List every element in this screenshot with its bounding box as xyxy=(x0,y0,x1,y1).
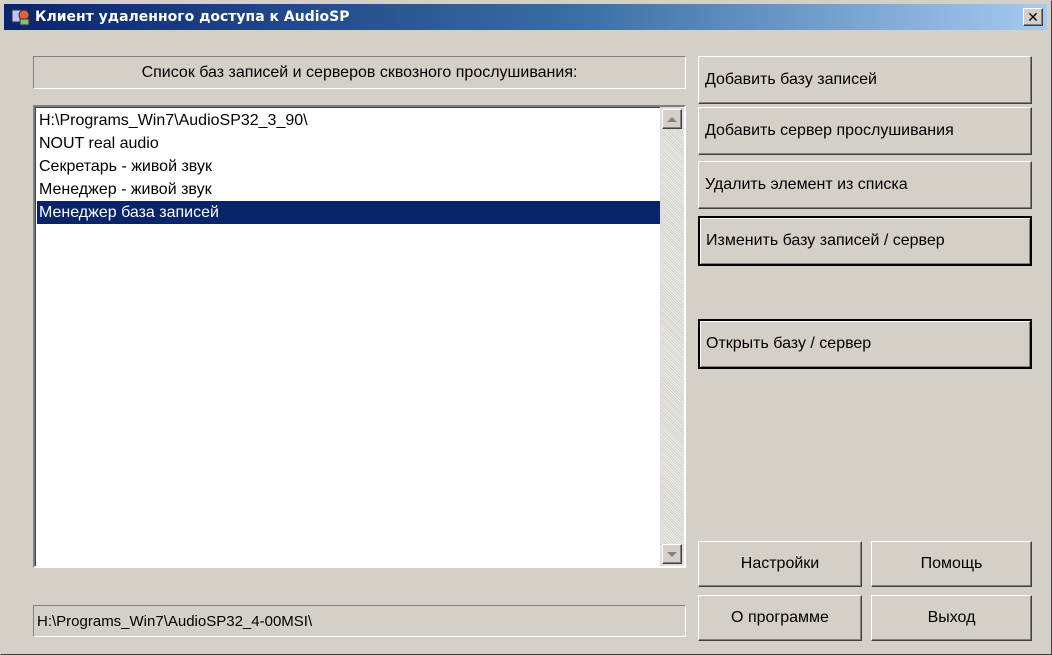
add-server-button[interactable]: Добавить сервер прослушивания xyxy=(698,107,1032,155)
scroll-down-button[interactable] xyxy=(662,544,682,564)
list-item[interactable]: Секретарь - живой звук xyxy=(37,155,660,178)
current-path: H:\Programs_Win7\AudioSP32_4-00MSI\ xyxy=(33,605,686,637)
edit-button[interactable]: Изменить базу записей / сервер xyxy=(698,216,1032,266)
add-database-button[interactable]: Добавить базу записей xyxy=(698,56,1032,104)
delete-item-button[interactable]: Удалить элемент из списка xyxy=(698,161,1032,209)
settings-button[interactable]: Настройки xyxy=(698,541,862,587)
list-items: H:\Programs_Win7\AudioSP32_3_90\ NOUT rea… xyxy=(37,109,660,224)
window-title: Клиент удаленного доступа к AudioSP xyxy=(35,9,350,25)
main-window: Клиент удаленного доступа к AudioSP ✕ Сп… xyxy=(0,0,1052,655)
about-button[interactable]: О программе xyxy=(698,595,862,641)
records-list[interactable]: H:\Programs_Win7\AudioSP32_3_90\ NOUT rea… xyxy=(33,105,686,568)
close-icon: ✕ xyxy=(1027,9,1039,25)
list-item[interactable]: NOUT real audio xyxy=(37,132,660,155)
list-item[interactable]: H:\Programs_Win7\AudioSP32_3_90\ xyxy=(37,109,660,132)
vertical-scrollbar[interactable] xyxy=(660,107,684,566)
scroll-up-button[interactable] xyxy=(662,109,682,129)
exit-button[interactable]: Выход xyxy=(871,595,1032,641)
open-button[interactable]: Открыть базу / сервер xyxy=(698,319,1032,369)
title-bar[interactable]: Клиент удаленного доступа к AudioSP ✕ xyxy=(4,4,1047,30)
scroll-up-arrow-icon xyxy=(667,116,677,122)
close-button[interactable]: ✕ xyxy=(1023,8,1043,26)
app-icon xyxy=(11,7,31,27)
list-caption: Список баз записей и серверов сквозного … xyxy=(33,56,686,89)
scroll-down-arrow-icon xyxy=(667,551,677,557)
help-button[interactable]: Помощь xyxy=(871,541,1032,587)
list-item[interactable]: Менеджер база записей xyxy=(37,201,660,224)
list-item[interactable]: Менеджер - живой звук xyxy=(37,178,660,201)
